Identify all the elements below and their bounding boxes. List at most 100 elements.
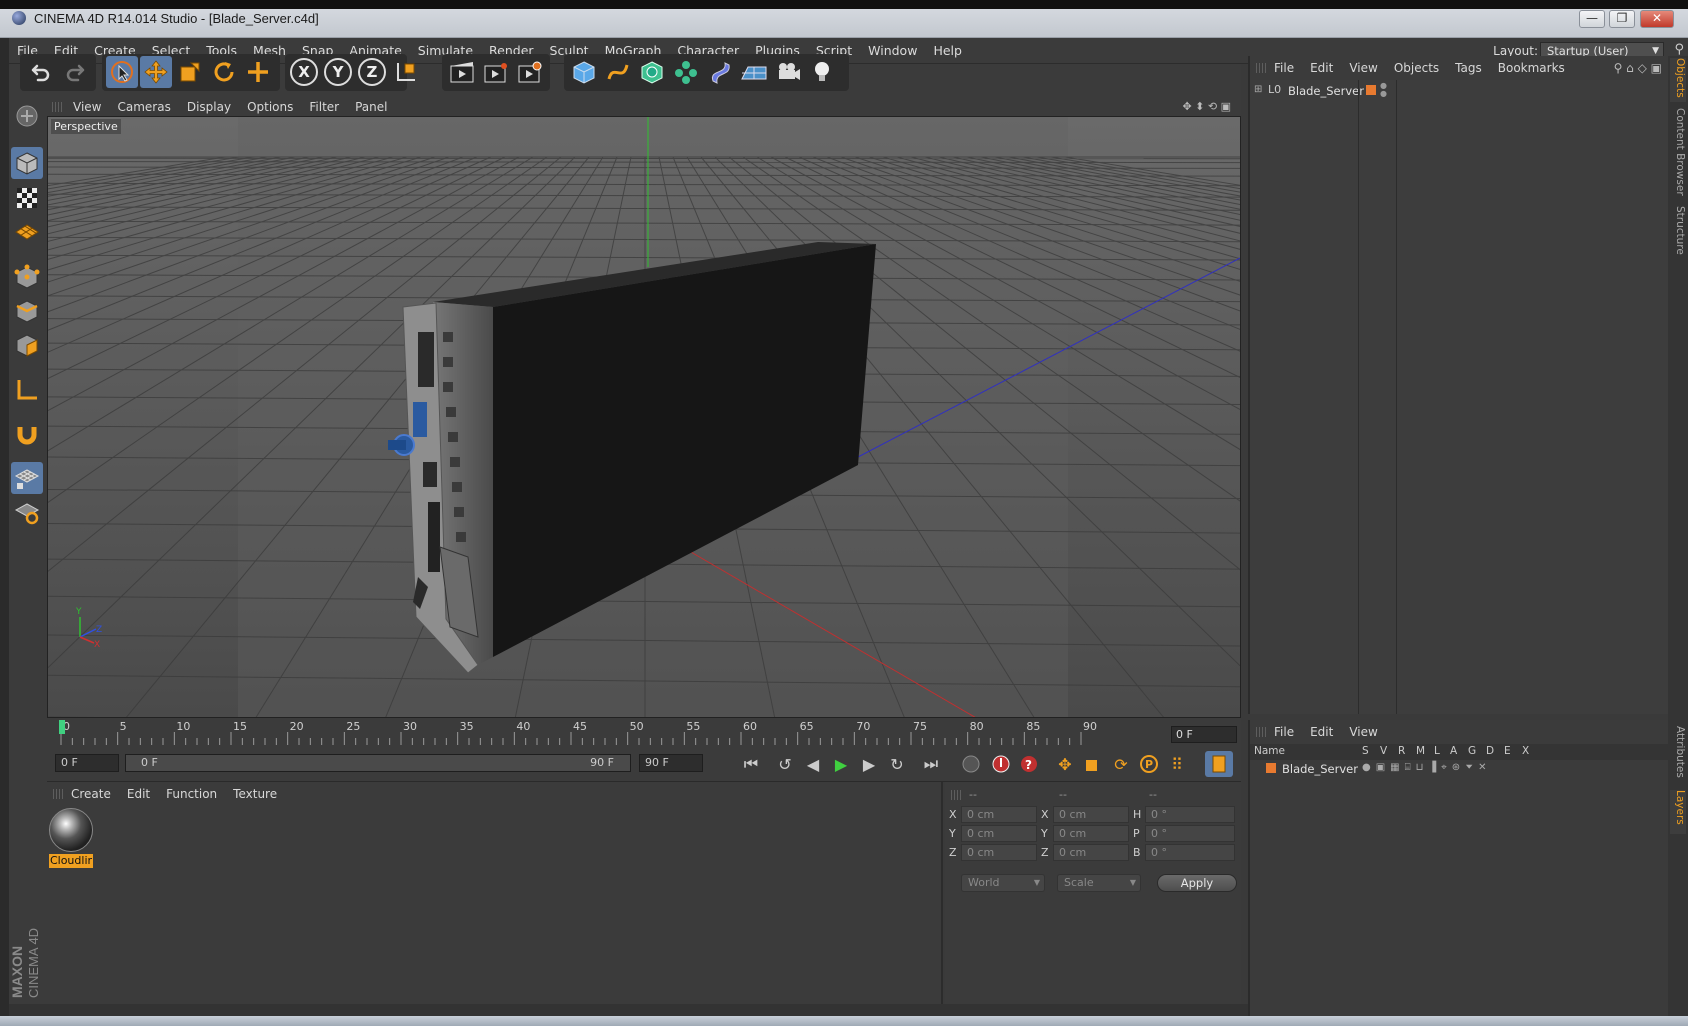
render-picture-viewer-icon[interactable] bbox=[480, 56, 512, 88]
timeline-ruler[interactable]: 0 5 10 15 20 25 30 35 40 45 50 55 60 65 70 75 80 85 90 0 F bbox=[47, 718, 1241, 746]
next-frame-icon[interactable]: ▶ bbox=[855, 751, 883, 777]
viewport-menu-options[interactable]: Options bbox=[239, 98, 301, 116]
objects-menu-edit[interactable]: Edit bbox=[1302, 56, 1341, 80]
viewport-menu-cameras[interactable]: Cameras bbox=[109, 98, 178, 116]
snapping-magnet-icon[interactable] bbox=[11, 418, 43, 450]
viewport-menu-panel[interactable]: Panel bbox=[347, 98, 395, 116]
col-animation[interactable]: A bbox=[1450, 745, 1457, 757]
layer-name[interactable]: Blade_Server bbox=[1282, 762, 1358, 776]
viewport-menu-view[interactable]: View bbox=[65, 98, 109, 116]
pos-z-field[interactable]: 0 cm bbox=[961, 844, 1037, 861]
keyframe-selection-icon[interactable]: ? bbox=[1015, 751, 1043, 777]
close-button[interactable]: ✕ bbox=[1640, 10, 1674, 28]
material-swatch[interactable]: Cloudlir bbox=[49, 808, 93, 868]
go-to-end-icon[interactable]: ⏭ bbox=[917, 751, 945, 777]
col-manager[interactable]: M bbox=[1416, 745, 1425, 757]
texture-mode-icon[interactable] bbox=[11, 182, 43, 214]
material-menu-create[interactable]: Create bbox=[63, 782, 119, 806]
layers-menu-file[interactable]: File bbox=[1266, 720, 1302, 744]
key-parameter-icon[interactable]: P bbox=[1135, 751, 1163, 777]
key-position-icon[interactable]: ✥ bbox=[1051, 751, 1079, 777]
cloner-icon[interactable] bbox=[670, 56, 702, 88]
scale-tool-icon[interactable] bbox=[174, 56, 206, 88]
render-settings-icon[interactable] bbox=[514, 56, 546, 88]
floor-icon[interactable] bbox=[738, 56, 770, 88]
record-active-objects-icon[interactable] bbox=[957, 751, 985, 777]
col-xref[interactable]: X bbox=[1522, 745, 1529, 757]
menu-help[interactable]: Help bbox=[925, 38, 970, 64]
cube-icon[interactable] bbox=[568, 56, 600, 88]
key-pla-icon[interactable]: ⠿ bbox=[1163, 751, 1191, 777]
material-menu-texture[interactable]: Texture bbox=[225, 782, 285, 806]
render-view-icon[interactable] bbox=[446, 56, 478, 88]
col-view[interactable]: V bbox=[1380, 745, 1387, 757]
deformer-icon[interactable] bbox=[704, 56, 736, 88]
size-mode-dropdown[interactable]: Scale ▼ bbox=[1057, 874, 1141, 892]
col-render[interactable]: R bbox=[1398, 745, 1405, 757]
coordinate-space-dropdown[interactable]: World ▼ bbox=[961, 874, 1045, 892]
tab-layers[interactable]: Layers bbox=[1670, 790, 1686, 834]
object-row-blade-server[interactable]: ⊞ L0 Blade_Server ● ● bbox=[1254, 82, 1664, 100]
objects-menu-objects[interactable]: Objects bbox=[1386, 56, 1447, 80]
layers-menu-edit[interactable]: Edit bbox=[1302, 720, 1341, 744]
create-object-icon[interactable] bbox=[242, 56, 274, 88]
rotate-tool-icon[interactable] bbox=[208, 56, 240, 88]
tab-objects[interactable]: Objects bbox=[1670, 58, 1686, 102]
subdivision-surface-icon[interactable] bbox=[636, 56, 668, 88]
go-to-start-icon[interactable]: ⏮ bbox=[737, 751, 765, 777]
next-key-icon[interactable]: ↻ bbox=[883, 751, 911, 777]
spline-pen-icon[interactable] bbox=[602, 56, 634, 88]
col-deformers[interactable]: D bbox=[1486, 745, 1494, 757]
objects-menu-view[interactable]: View bbox=[1341, 56, 1385, 80]
model-mode-icon[interactable] bbox=[11, 147, 43, 179]
size-x-field[interactable]: 0 cm bbox=[1053, 806, 1129, 823]
coordinate-system-icon[interactable] bbox=[390, 56, 422, 88]
rot-h-field[interactable]: 0 ° bbox=[1145, 806, 1235, 823]
planar-workplane-icon[interactable] bbox=[11, 496, 43, 528]
3d-viewport[interactable]: Y Z X Perspective bbox=[47, 116, 1241, 718]
x-axis-lock-button[interactable]: X bbox=[288, 56, 320, 88]
visibility-dots-icon[interactable]: ● ● bbox=[1380, 82, 1387, 98]
light-icon[interactable] bbox=[806, 56, 838, 88]
object-manager-nav-icons[interactable]: ⚲ ⌂ ◇ ▣ bbox=[1614, 56, 1662, 80]
minimize-button[interactable]: — bbox=[1579, 10, 1605, 28]
expand-icon[interactable]: ⊞ bbox=[1254, 84, 1262, 95]
move-tool-icon[interactable] bbox=[140, 56, 172, 88]
object-name[interactable]: Blade_Server bbox=[1288, 84, 1364, 98]
current-frame-field[interactable]: 0 F bbox=[1171, 726, 1237, 743]
tab-content-browser[interactable]: Content Browser bbox=[1670, 108, 1686, 198]
edges-mode-icon[interactable] bbox=[11, 295, 43, 327]
layer-toggle-icons[interactable]: ●▣▦⌸⊔▐⌖⊛⏷✕ bbox=[1362, 762, 1492, 773]
viewport-menu-display[interactable]: Display bbox=[179, 98, 239, 116]
tab-attributes[interactable]: Attributes bbox=[1670, 726, 1686, 784]
preview-range-slider[interactable]: 0 F 90 F bbox=[125, 754, 631, 772]
polygons-mode-icon[interactable] bbox=[11, 329, 43, 361]
material-menu-function[interactable]: Function bbox=[158, 782, 225, 806]
workplane-lock-icon[interactable] bbox=[11, 462, 43, 494]
size-z-field[interactable]: 0 cm bbox=[1053, 844, 1129, 861]
live-selection-icon[interactable] bbox=[106, 56, 138, 88]
timeline-window-icon[interactable] bbox=[1205, 751, 1233, 777]
objects-menu-file[interactable]: File bbox=[1266, 56, 1302, 80]
autokeying-icon[interactable] bbox=[987, 751, 1015, 777]
restore-button[interactable]: ❐ bbox=[1609, 10, 1635, 28]
workplane-mode-icon[interactable] bbox=[11, 216, 43, 248]
tab-structure[interactable]: Structure bbox=[1670, 206, 1686, 262]
objects-menu-bookmarks[interactable]: Bookmarks bbox=[1490, 56, 1573, 80]
col-expressions[interactable]: E bbox=[1504, 745, 1511, 757]
col-generators[interactable]: G bbox=[1468, 745, 1476, 757]
layers-menu-view[interactable]: View bbox=[1341, 720, 1385, 744]
undo-icon[interactable] bbox=[24, 56, 56, 88]
axis-mode-icon[interactable] bbox=[11, 374, 43, 406]
key-scale-icon[interactable] bbox=[1079, 751, 1107, 777]
pos-x-field[interactable]: 0 cm bbox=[961, 806, 1037, 823]
apply-button[interactable]: Apply bbox=[1157, 874, 1237, 892]
objects-menu-tags[interactable]: Tags bbox=[1447, 56, 1490, 80]
col-name[interactable]: Name bbox=[1254, 745, 1285, 757]
viewport-menu-filter[interactable]: Filter bbox=[301, 98, 347, 116]
key-rotation-icon[interactable]: ⟳ bbox=[1107, 751, 1135, 777]
search-icon[interactable]: ⚲ bbox=[1674, 42, 1684, 57]
camera-label[interactable]: Perspective bbox=[51, 119, 121, 134]
menu-window[interactable]: Window bbox=[860, 38, 925, 64]
col-solo[interactable]: S bbox=[1362, 745, 1369, 757]
